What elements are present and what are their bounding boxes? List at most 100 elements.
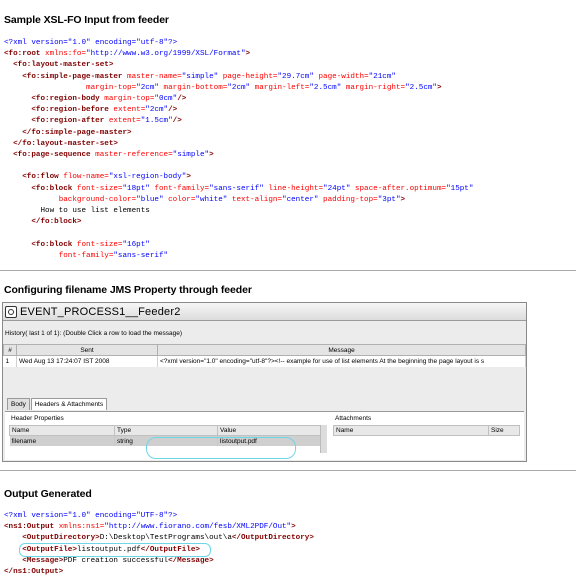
highlight-output-file — [19, 543, 211, 557]
header-col-name[interactable]: Name — [9, 425, 115, 436]
code-token: > — [186, 173, 191, 182]
code-token: margin-top= — [86, 83, 137, 92]
history-cell-sent: Wed Aug 13 17:24:07 IST 2008 — [16, 355, 158, 367]
history-col-message[interactable]: Message — [157, 344, 526, 356]
code-token: "16pt" — [122, 240, 150, 249]
code-line: </ns1:Output> — [4, 567, 314, 578]
code-token: </fo:simple-page-master> — [22, 128, 132, 137]
code-line: <ns1:Output xmlns:ns1="http://www.fioran… — [4, 522, 314, 533]
code-line: font-family="sans-serif" — [4, 251, 473, 262]
header-cell-name[interactable]: filename — [9, 435, 115, 446]
code-token: font-family= — [149, 184, 210, 193]
code-token: <fo:block — [31, 184, 73, 193]
code-token: "1.5cm" — [140, 117, 173, 126]
history-cell-message: <?xml version="1.0" encoding="utf-8"?><!… — [157, 355, 526, 367]
code-line: <?xml version="1.0" encoding="utf-8"?> — [4, 38, 473, 49]
code-line: <fo:block font-size="18pt" font-family="… — [4, 184, 473, 195]
history-label: History( last 1 of 1): (Double Click a r… — [3, 327, 526, 341]
attachments-col-name[interactable]: Name — [333, 425, 489, 436]
code-token: "simple" — [181, 72, 219, 81]
code-line: <fo:layout-master-set> — [4, 60, 473, 71]
attachments-col-size[interactable]: Size — [488, 425, 520, 436]
code-line: </fo:layout-master-set> — [4, 139, 473, 150]
code-token: extent= — [104, 117, 141, 126]
tab-body[interactable]: Body — [7, 398, 30, 410]
header-col-value[interactable]: Value — [217, 425, 322, 436]
history-col-sent[interactable]: Sent — [16, 344, 158, 356]
code-line: <fo:region-before extent="2cm"/> — [4, 105, 473, 116]
code-token: "sans-serif" — [113, 251, 169, 260]
code-token: master-name= — [122, 72, 182, 81]
header-properties-scrollbar[interactable] — [320, 425, 327, 453]
history-col-number[interactable]: # — [3, 344, 17, 356]
code-token: "3pt" — [377, 195, 401, 204]
code-line: </fo:block> — [4, 217, 473, 228]
code-line: <Message>PDF creation successful</Messag… — [4, 556, 314, 567]
section-divider — [0, 270, 576, 271]
code-token: "simple" — [172, 151, 210, 160]
code-token: space-after.optimum= — [350, 184, 447, 193]
code-token: <fo:block — [31, 240, 73, 249]
code-token: <fo:page-sequence — [13, 151, 91, 160]
code-token: /> — [177, 95, 187, 104]
code-token: "29.7cm" — [277, 72, 314, 81]
section-heading-xslfo-input: Sample XSL-FO Input from feeder — [4, 14, 169, 26]
code-token: font-family= — [58, 251, 114, 260]
code-token: page-height= — [218, 72, 278, 81]
code-token: extent= — [108, 106, 146, 115]
highlight-filename-property — [146, 437, 296, 459]
history-table: # Sent Message 1 Wed Aug 13 17:24:07 IST… — [3, 344, 526, 367]
code-token: > — [437, 83, 442, 92]
code-token: margin-left= — [250, 83, 310, 92]
code-token: line-height= — [263, 184, 324, 193]
code-line: </fo:simple-page-master> — [4, 128, 473, 139]
attachments-table: Name Size — [333, 425, 520, 436]
code-line: How to use list elements — [4, 206, 473, 217]
attachments-label: Attachments — [335, 415, 372, 422]
code-token: master-reference= — [90, 151, 173, 160]
code-token: xmlns:fo= — [40, 50, 87, 59]
code-line: <fo:simple-page-master master-name="simp… — [4, 72, 473, 83]
window-titlebar: EVENT_PROCESS1__Feeder2 — [3, 303, 526, 321]
header-col-type[interactable]: Type — [114, 425, 218, 436]
feeder-icon — [5, 305, 17, 318]
code-token: <Message> — [22, 556, 64, 565]
code-token: </fo:block> — [31, 218, 82, 227]
code-token: How to use list elements — [4, 207, 150, 216]
code-token: > — [209, 151, 214, 160]
code-token: <?xml version="1.0" encoding="UTF-8"?> — [4, 512, 178, 520]
window-title: EVENT_PROCESS1__Feeder2 — [20, 305, 181, 318]
code-token: "24pt" — [323, 184, 351, 193]
code-token: margin-top= — [99, 95, 155, 104]
message-tabs: Body Headers & Attachments — [7, 398, 108, 410]
code-token: xmlns:ns1= — [54, 523, 105, 532]
code-token: > — [245, 50, 251, 59]
history-row[interactable]: 1 Wed Aug 13 17:24:07 IST 2008 <?xml ver… — [3, 355, 526, 367]
tab-headers-attachments[interactable]: Headers & Attachments — [30, 398, 108, 410]
code-line: <?xml version="1.0" encoding="UTF-8"?> — [4, 511, 314, 522]
code-line: <fo:region-body margin-top="0cm"/> — [4, 94, 473, 105]
xslfo-code-listing: <?xml version="1.0" encoding="utf-8"?> <f… — [4, 38, 473, 262]
code-token: <?xml version="1.0" encoding="utf-8"?> — [4, 39, 178, 47]
code-token: margin-right= — [341, 83, 406, 92]
code-token: page-width= — [313, 72, 369, 81]
code-token: "2.5cm" — [309, 83, 342, 92]
code-token: <ns1:Output — [4, 523, 55, 532]
code-token: /> — [168, 106, 178, 115]
code-token: D:\Desktop\TestPrograms\out\a — [99, 534, 232, 543]
code-line: <fo:root xmlns:fo="http://www.w3.org/199… — [4, 49, 473, 60]
code-line: background-color="blue" color="white" te… — [4, 195, 473, 206]
code-line: <fo:region-after extent="1.5cm"/> — [4, 116, 473, 127]
